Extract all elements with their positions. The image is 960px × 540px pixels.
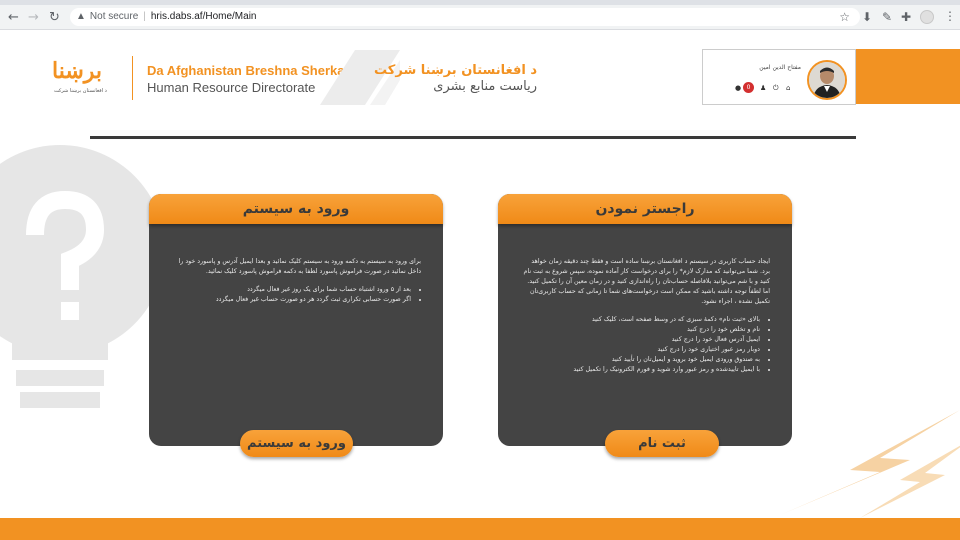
list-item: دوبار رمز عبور اختیاری خود را درج کنید <box>520 345 761 355</box>
user-icon[interactable]: ♟ <box>760 83 766 93</box>
url-text: hris.dabs.af/Home/Main <box>150 11 257 22</box>
user-panel: مفتاح الدین امین ● 0 ♟ ⏻ ⌂ <box>702 49 856 105</box>
browser-toolbar: ← → ↻ ▲ Not secure | hris.dabs.af/Home/Main… <box>0 0 960 30</box>
company-logo: برښنا د افغانستان برښنا شرکت <box>52 58 124 100</box>
logo-wordmark: برښنا <box>52 58 103 84</box>
login-card: ورود به سیستم برای ورود به سیستم به دکمه… <box>149 194 443 457</box>
login-bullet-list: بعد از ۵ ورود اشتباه حساب شما برای یک رو… <box>171 285 421 305</box>
register-card-body: ایجاد حساب کاربری در سیستم د افغانستان ب… <box>520 257 770 375</box>
separator: | <box>143 11 146 22</box>
register-card: راجستر نمودن ایجاد حساب کاربری در سیستم … <box>498 194 792 457</box>
register-bullet-list: بالای «ثبت نام» دکمۀ سبزی که در وسط صفحه… <box>520 315 770 375</box>
register-card-title: راجستر نمودن <box>498 194 792 224</box>
reload-icon[interactable]: ↻ <box>49 10 60 25</box>
warning-icon[interactable]: ▲ <box>76 11 86 22</box>
pashto-subtitle: ریاست منابع بشری <box>433 79 537 94</box>
login-card-title: ورود به سیستم <box>149 194 443 224</box>
forward-arrow-icon[interactable]: → <box>28 10 39 25</box>
list-item: با ایمیل تاییدشده و رمز عبور وارد شوید و… <box>520 365 760 375</box>
login-intro: برای ورود به سیستم به دکمه ورود به سیستم… <box>178 258 421 275</box>
power-icon[interactable]: ⏻ <box>773 83 779 93</box>
header-rule <box>90 136 856 139</box>
download-icon[interactable]: ⬇ <box>862 10 872 24</box>
pashto-title: د افغانستان برښنا شرکت <box>374 63 537 78</box>
header-accent-strip <box>855 49 960 104</box>
more-menu-icon[interactable]: ⋮ <box>944 9 956 23</box>
login-button[interactable]: ورود به سیستم <box>240 430 353 457</box>
register-button[interactable]: ثبت نام <box>605 430 719 457</box>
user-name: مفتاح الدین امین <box>759 64 801 71</box>
profile-avatar-icon[interactable] <box>920 10 934 24</box>
back-arrow-icon[interactable]: ← <box>8 10 19 25</box>
lightning-watermark-icon <box>780 410 960 518</box>
bookmark-star-icon[interactable]: ☆ <box>839 8 850 26</box>
list-item: بعد از ۵ ورود اشتباه حساب شما برای یک رو… <box>171 285 411 295</box>
address-bar[interactable]: ▲ Not secure | hris.dabs.af/Home/Main ☆ <box>70 8 860 26</box>
security-label: Not secure <box>89 11 139 22</box>
header-divider <box>132 56 133 100</box>
footer-bar <box>0 518 960 540</box>
bell-icon[interactable]: ● <box>735 83 741 93</box>
list-item: به صندوق ورودی ایمیل خود بروید و ایمیل‌ت… <box>520 355 760 365</box>
list-item: نام و تخلص خود را درج کنید <box>520 325 760 335</box>
notification-badge[interactable]: 0 <box>743 82 754 93</box>
register-intro: ایجاد حساب کاربری در سیستم د افغانستان ب… <box>523 258 770 305</box>
list-item: ایمیل آدرس فعال خود را درج کنید <box>520 335 760 345</box>
user-actions: ● 0 ♟ ⏻ ⌂ <box>735 82 799 93</box>
home-icon[interactable]: ⌂ <box>786 83 790 93</box>
list-item: بالای «ثبت نام» دکمۀ سبزی که در وسط صفحه… <box>520 315 760 325</box>
avatar[interactable] <box>807 60 847 100</box>
list-item: اگر صورت حسابی تکراری ثبت گردد هر دو صور… <box>171 295 411 305</box>
login-card-body: برای ورود به سیستم به دکمه ورود به سیستم… <box>171 257 421 305</box>
logo-subtext: د افغانستان برښنا شرکت <box>54 88 107 94</box>
user-photo-icon <box>809 62 845 98</box>
extension-tool-icon[interactable]: ✎ <box>882 10 892 24</box>
puzzle-icon[interactable]: ✚ <box>901 10 911 24</box>
